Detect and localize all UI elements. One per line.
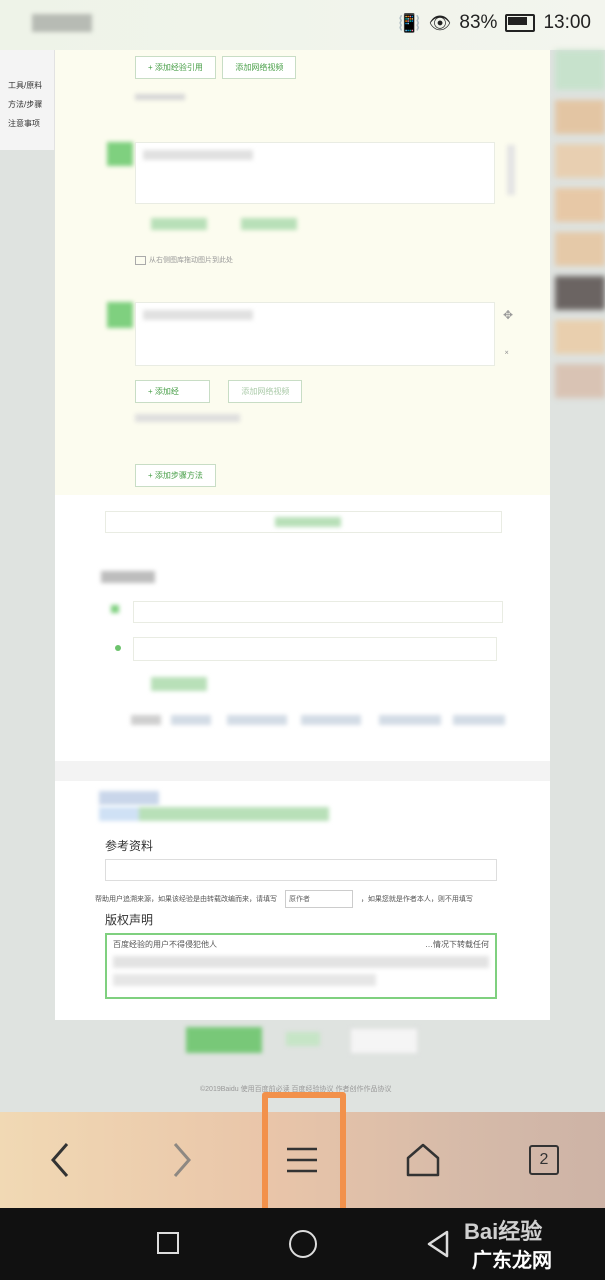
chevron-right-icon	[173, 1143, 191, 1177]
status-bar: 📳 👁 83% 13:00	[0, 0, 605, 50]
source-line: 帮助用户追溯来源，如果该经验是由转载改编而来，请填写 原作者 ，如果您就是作者本…	[95, 890, 550, 908]
outline-item-steps[interactable]: 方法/步骤	[0, 95, 54, 114]
back-button[interactable]	[38, 1138, 82, 1182]
copyright-box[interactable]: 百度经验的用户不得侵犯他人 …情况下转载任何	[105, 933, 497, 999]
menu-highlight-annotation	[262, 1092, 346, 1214]
blurred-text	[135, 94, 185, 100]
gallery-thumb[interactable]	[555, 144, 605, 178]
step-marker	[107, 142, 133, 166]
blurred-author-row	[99, 791, 159, 805]
blurred-button[interactable]	[151, 218, 207, 230]
outline-item-notes[interactable]: 注意事项	[0, 114, 54, 133]
save-draft-button[interactable]	[350, 1028, 418, 1054]
references-title: 参考资料	[105, 839, 154, 853]
original-author-input[interactable]: 原作者	[284, 890, 353, 908]
blurred-button[interactable]	[151, 677, 207, 691]
image-gallery-strip	[555, 50, 605, 450]
gallery-thumb[interactable]	[555, 100, 605, 134]
step-text-placeholder	[143, 310, 253, 320]
watermark-logo: Bai经验	[464, 1219, 543, 1244]
recents-button[interactable]	[157, 1232, 179, 1254]
gallery-thumb[interactable]	[555, 232, 605, 266]
carrier-info	[32, 14, 92, 32]
add-web-video-button[interactable]: 添加网络视频	[222, 56, 297, 79]
blurred-copyright-text	[113, 956, 489, 968]
image-icon	[135, 255, 146, 265]
tabs-icon: 2	[529, 1145, 559, 1175]
copyright-line1: 百度经验的用户不得侵犯他人	[113, 940, 217, 949]
add-step-method-button[interactable]: + 添加步骤方法	[135, 464, 216, 487]
tabs-button[interactable]: 2	[522, 1138, 566, 1182]
blurred-button[interactable]	[275, 517, 341, 527]
add-experience-ref-button[interactable]: + 添加经	[135, 380, 210, 403]
section-divider	[55, 761, 550, 781]
source-line-suffix: ，如果您就是作者本人，则不用填写	[360, 896, 473, 903]
eye-icon: 👁	[428, 12, 452, 33]
reference-input[interactable]	[105, 859, 497, 881]
blurred-author-row	[99, 807, 329, 821]
delete-icon[interactable]: ˟	[505, 350, 508, 361]
button-row-1: + 添加经验引用 添加网络视频	[135, 56, 297, 79]
chevron-left-icon	[51, 1143, 69, 1177]
blurred-copyright-text	[113, 974, 377, 986]
list-bullet-dot	[115, 645, 121, 651]
vibrate-icon: 📳	[398, 12, 421, 33]
add-step-row: + 添加步骤方法	[135, 464, 216, 487]
article-meta-panel: 参考资料 帮助用户追溯来源，如果该经验是由转载改编而来，请填写 原作者 ，如果您…	[55, 495, 550, 1020]
left-outline-nav: 工具/原料 方法/步骤 注意事项	[0, 50, 55, 150]
back-triangle-icon[interactable]	[425, 1230, 451, 1258]
home-nav-button[interactable]	[289, 1230, 317, 1258]
outline-item-tools[interactable]: 工具/原料	[0, 76, 54, 95]
list-bullet	[111, 605, 119, 613]
side-handle[interactable]	[507, 145, 515, 195]
add-experience-ref-button[interactable]: + 添加经验引用	[135, 56, 216, 79]
note-input-1[interactable]	[133, 601, 503, 623]
gallery-thumb[interactable]	[555, 364, 605, 398]
step-marker	[107, 302, 133, 328]
step-text-placeholder	[143, 150, 253, 160]
add-web-video-button[interactable]: 添加网络视频	[228, 380, 303, 403]
step-editor-panel: + 添加经验引用 添加网络视频 从右侧图库拖动图片到此处 ✥ ˟ + 添加经 添…	[55, 50, 550, 495]
source-line-text: 帮助用户追溯来源，如果该经验是由转载改编而来，请填写	[95, 896, 277, 903]
blurred-category-row	[131, 715, 505, 725]
drag-image-hint: 从右侧图库拖动图片到此处	[135, 255, 233, 265]
copyright-line1-end: …情况下转载任何	[425, 940, 489, 949]
forward-button[interactable]	[160, 1138, 204, 1182]
clock: 13:00	[543, 12, 591, 33]
home-icon	[406, 1143, 440, 1177]
tabs-count: 2	[539, 1151, 549, 1168]
gallery-thumb[interactable]	[555, 50, 605, 90]
watermark-site: 广东龙网	[472, 1250, 552, 1272]
blurred-heading	[101, 571, 155, 583]
preview-button[interactable]	[286, 1032, 320, 1046]
battery-icon	[505, 14, 536, 32]
gallery-thumb[interactable]	[555, 188, 605, 222]
blurred-text	[135, 414, 240, 422]
gallery-thumb[interactable]	[555, 320, 605, 354]
battery-percent: 83%	[459, 12, 498, 33]
move-icon[interactable]: ✥	[503, 308, 513, 322]
button-row-3: + 添加经 添加网络视频	[135, 380, 303, 403]
copyright-title: 版权声明	[105, 913, 154, 927]
note-input-2[interactable]	[133, 637, 497, 661]
watermark: Bai经验 广东龙网	[464, 1214, 600, 1276]
blurred-button[interactable]	[241, 218, 297, 230]
gallery-thumb[interactable]	[555, 276, 605, 310]
status-right-group: 📳 👁 83% 13:00	[398, 12, 591, 34]
submit-button[interactable]	[186, 1027, 262, 1053]
home-button[interactable]	[401, 1138, 445, 1182]
